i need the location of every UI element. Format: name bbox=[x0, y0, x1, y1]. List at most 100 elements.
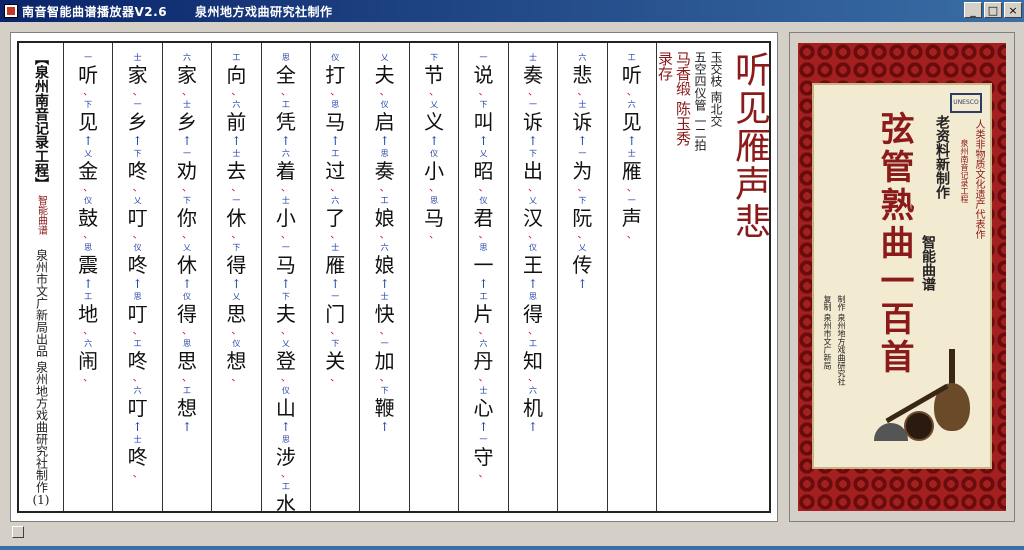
lyric-column[interactable]: 乂夫、仪启 ↑ 思奏、工娘、六娘 ↑ 士快、一加、下鞭 ↑ bbox=[359, 43, 408, 511]
notation-mark: 下 bbox=[528, 149, 537, 158]
notation-mark: 一 bbox=[281, 243, 290, 252]
lyric-char: 心 bbox=[473, 396, 494, 420]
maximize-button[interactable]: □ bbox=[984, 2, 1002, 18]
lyric-char: 丹 bbox=[473, 349, 494, 373]
beat-dot: 、 bbox=[527, 183, 538, 194]
lyric-char: 启 bbox=[374, 110, 395, 134]
notation-mark: 工 bbox=[380, 196, 389, 205]
lyric-char: 全 bbox=[275, 63, 296, 87]
beat-dot: 、 bbox=[231, 326, 242, 337]
notation-mark: 一 bbox=[84, 53, 93, 62]
beat-dot: 、 bbox=[231, 230, 242, 241]
lyric-char: 节 bbox=[424, 63, 445, 87]
clapper-icon bbox=[874, 423, 908, 441]
lyric-char: 想 bbox=[226, 349, 247, 373]
lyric-char: 金 bbox=[78, 159, 99, 183]
lyric-stack: 六家、士乡 ↑ 一劝、下你、乂休 ↑ 仪得、思思、工想 ↑ bbox=[177, 53, 197, 433]
notation-mark: 工 bbox=[281, 482, 290, 491]
beat-dot: 、 bbox=[429, 87, 440, 98]
lyric-char: 休 bbox=[176, 253, 197, 277]
smart-score-label: 智能曲谱 bbox=[35, 195, 47, 235]
lyric-char: 知 bbox=[522, 349, 543, 373]
lyric-char: 闹 bbox=[78, 349, 99, 373]
close-button[interactable]: × bbox=[1004, 2, 1022, 18]
minimize-button[interactable]: _ bbox=[964, 2, 982, 18]
scroll-button[interactable] bbox=[12, 526, 24, 538]
lyric-char: 家 bbox=[176, 63, 197, 87]
beat-dot: 、 bbox=[577, 230, 588, 241]
beat-dot: 、 bbox=[132, 183, 143, 194]
beat-dot: 、 bbox=[132, 87, 143, 98]
lyric-char: 休 bbox=[226, 206, 247, 230]
lyric-char: 夫 bbox=[275, 302, 296, 326]
lyric-char: 机 bbox=[522, 396, 543, 420]
title-bar: 南音智能曲谱播放器V2.6 泉州地方戏曲研究社制作 _ □ × bbox=[0, 0, 1024, 22]
credit-copier: 复制 泉州市文广新局 bbox=[823, 295, 832, 370]
lyric-char: 思 bbox=[226, 302, 247, 326]
lyric-char: 门 bbox=[325, 302, 346, 326]
beat-dot: 、 bbox=[181, 230, 192, 241]
lyric-char: 叮 bbox=[127, 302, 148, 326]
notation-mark: 下 bbox=[281, 292, 290, 301]
beat-bar: ↑ bbox=[478, 134, 489, 148]
notation-mark: 一 bbox=[232, 196, 241, 205]
notation-mark: 思 bbox=[479, 243, 488, 252]
lyric-column[interactable]: 一说、下叫 ↑ 乂昭、仪君、思一 ↑ 工片、六丹、士心 ↑ 一守、 bbox=[458, 43, 507, 511]
notation-mark: 乂 bbox=[578, 243, 587, 252]
poster-title: 弦管熟曲一百首 bbox=[874, 111, 914, 377]
lyric-char: 一 bbox=[473, 253, 494, 277]
lyric-column[interactable]: 思全、工凭↑六着、士小、一马↑下夫、乂登、仪山↑思涉、工水、 bbox=[260, 43, 310, 511]
notation-mark: 下 bbox=[578, 196, 587, 205]
lyric-char: 义 bbox=[424, 110, 445, 134]
lyric-char: 得 bbox=[522, 302, 543, 326]
lyric-column[interactable]: 六悲、士诉 ↑ 一为、下阮、乂传 ↑ bbox=[557, 43, 606, 511]
lyric-char: 夫 bbox=[374, 63, 395, 87]
lyric-char: 着 bbox=[275, 159, 296, 183]
notation-mark: 士 bbox=[528, 53, 537, 62]
beat-bar: ↑ bbox=[132, 134, 143, 148]
app-icon[interactable] bbox=[4, 4, 18, 18]
beat-bar: ↑ bbox=[527, 134, 538, 148]
lyric-column[interactable]: 仪打、思马 ↑ 工过、六了、士雁 ↑ 一门、下关、 bbox=[310, 43, 359, 511]
lyric-column[interactable]: 士奏、一诉 ↑ 下出、乂汉、仪王 ↑ 思得、工知、六机 ↑ bbox=[507, 43, 557, 511]
lyric-column[interactable]: 一听、下见 ↑ 乂金、仪鼓、思震 ↑ 工地、六闹、 bbox=[62, 43, 112, 511]
notation-mark: 一 bbox=[331, 292, 340, 301]
lyric-column[interactable]: 士家、一乡 ↑ 下咚、乂叮、仪咚 ↑ 思叮、工咚、六叮 ↑ 士咚、 bbox=[112, 43, 161, 511]
beat-dot: 、 bbox=[527, 87, 538, 98]
lyric-char: 过 bbox=[325, 159, 346, 183]
beat-dot: 、 bbox=[132, 373, 143, 384]
lyric-column[interactable]: 下节、乂义 ↑ 仪小、思马、 bbox=[408, 43, 458, 511]
notation-mark: 仪 bbox=[182, 292, 191, 301]
beat-dot: 、 bbox=[626, 183, 637, 194]
beat-bar: ↑ bbox=[280, 420, 291, 434]
lyric-char: 小 bbox=[275, 206, 296, 230]
notation-mark: 六 bbox=[528, 386, 537, 395]
beat-bar: ↑ bbox=[83, 277, 94, 291]
beat-dot: 、 bbox=[280, 230, 291, 241]
lyric-char: 诉 bbox=[572, 110, 593, 134]
lyric-column[interactable]: 六家、士乡 ↑ 一劝、下你、乂休 ↑ 仪得、思思、工想 ↑ bbox=[161, 43, 211, 511]
beat-dot: 、 bbox=[379, 230, 390, 241]
record-label: 录存 bbox=[656, 51, 674, 81]
notation-mark: 下 bbox=[232, 243, 241, 252]
beat-dot: 、 bbox=[478, 326, 489, 337]
lyric-char: 咚 bbox=[127, 349, 148, 373]
lyric-column[interactable]: 工向、六前 ↑ 士去、一休、下得 ↑ 乂思、仪想、 bbox=[211, 43, 260, 511]
notation-mark: 仪 bbox=[84, 196, 93, 205]
lyric-char: 悲 bbox=[572, 63, 593, 87]
score-page: 听见雁声悲 玉交枝 南北交 五空四仪管 一二拍 马香缎 陈玉秀 录存 工听、六见… bbox=[10, 32, 778, 522]
notation-mark: 工 bbox=[133, 339, 142, 348]
notation-mark: 乂 bbox=[232, 292, 241, 301]
lyric-char: 娘 bbox=[374, 206, 395, 230]
lyric-char: 昭 bbox=[473, 159, 494, 183]
notation-mark: 一 bbox=[479, 435, 488, 444]
lyric-char: 传 bbox=[572, 253, 593, 277]
lyric-char: 听 bbox=[78, 63, 99, 87]
beat-dot: 、 bbox=[478, 230, 489, 241]
beat-bar: ↑ bbox=[429, 134, 440, 148]
lyric-column[interactable]: 工听、六见 ↑ 士雁、一声、 bbox=[606, 43, 656, 511]
lyric-stack: 下节、乂义 ↑ 仪小、思马、 bbox=[424, 53, 444, 241]
beat-bar: ↑ bbox=[577, 134, 588, 148]
beat-bar: ↑ bbox=[527, 277, 538, 291]
beat-bar: ↑ bbox=[626, 134, 637, 148]
